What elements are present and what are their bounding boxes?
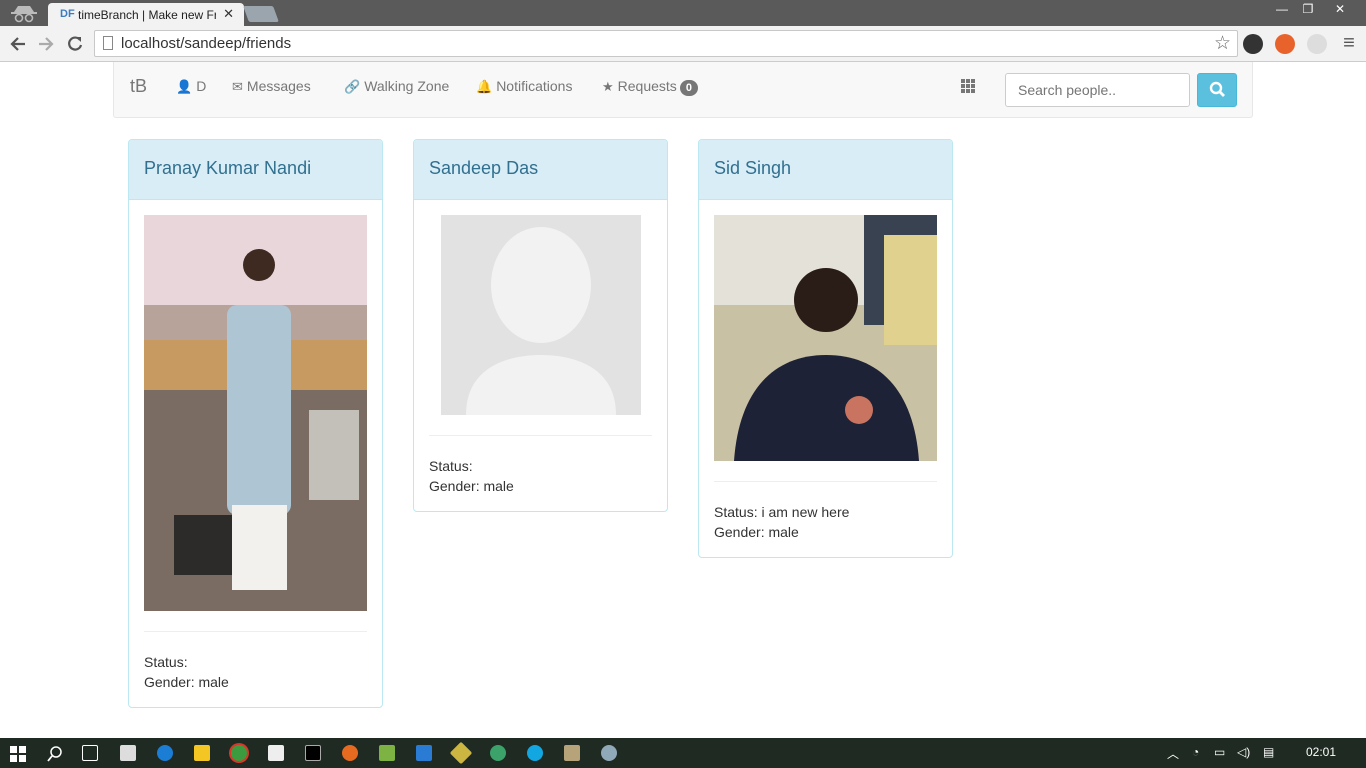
- tab-favicon: DF: [60, 8, 75, 20]
- nav-item-label: Notifications: [496, 78, 573, 94]
- restore-button[interactable]: ❐: [1294, 0, 1322, 20]
- menu-icon[interactable]: ≡: [1337, 32, 1361, 56]
- address-bar[interactable]: localhost/sandeep/friends ☆: [94, 30, 1238, 57]
- nav-item-label: Walking Zone: [364, 78, 450, 94]
- friend-photo[interactable]: [144, 215, 367, 611]
- reload-button[interactable]: [63, 32, 87, 56]
- os-taskbar: ︿ ◔ ▭ ◁) ▤ 02:01: [0, 738, 1366, 768]
- store-icon[interactable]: [268, 745, 284, 761]
- skype-icon[interactable]: [527, 745, 543, 761]
- forward-arrow-icon: [39, 37, 54, 51]
- search-people-input[interactable]: [1005, 73, 1190, 107]
- extension-icon[interactable]: [1307, 34, 1327, 54]
- site-navbar: tB 👤 D ✉ Messages 🔗 Walking Zone 🔔 Notificat…: [113, 62, 1253, 118]
- calculator-icon[interactable]: [120, 745, 136, 761]
- brand-logo[interactable]: tB: [130, 76, 147, 97]
- friend-name[interactable]: Sid Singh: [714, 158, 791, 178]
- system-clock[interactable]: 02:01: [1306, 745, 1336, 759]
- tray-overflow-icon[interactable]: ︿: [1167, 745, 1179, 762]
- nav-item-notifications[interactable]: 🔔 Notifications: [476, 78, 572, 95]
- friend-photo[interactable]: [714, 215, 937, 461]
- link-icon: 🔗: [344, 79, 361, 94]
- user-icon: 👤: [176, 79, 193, 94]
- app-icon[interactable]: [564, 745, 580, 761]
- friend-name[interactable]: Sandeep Das: [429, 158, 538, 178]
- task-view-icon[interactable]: [82, 745, 98, 761]
- browser-titlebar: DF timeBranch | Make new Fr ✕ — ❐ ✕: [0, 0, 1366, 26]
- volume-icon[interactable]: ◁): [1237, 745, 1250, 759]
- friend-card: Sandeep Das Status: Gender: male: [413, 139, 668, 512]
- battery-icon[interactable]: ▭: [1214, 745, 1225, 759]
- action-center-icon[interactable]: ▤: [1263, 745, 1274, 759]
- close-tab-icon[interactable]: ✕: [223, 6, 234, 22]
- nav-item-label: D: [196, 78, 207, 94]
- envelope-icon: ✉: [232, 79, 243, 94]
- apps-grid-icon[interactable]: [961, 79, 975, 93]
- close-window-button[interactable]: ✕: [1322, 0, 1358, 20]
- visual-studio-icon[interactable]: [416, 745, 432, 761]
- card-heading: Sandeep Das: [414, 140, 667, 200]
- file-explorer-icon[interactable]: [194, 745, 210, 761]
- friend-status: Status:: [144, 654, 188, 670]
- network-icon[interactable]: ◔: [1192, 745, 1199, 759]
- divider: [429, 435, 652, 436]
- card-heading: Sid Singh: [699, 140, 952, 200]
- search-icon[interactable]: [47, 746, 63, 762]
- friend-gender: Gender: male: [144, 674, 229, 690]
- browser-toolbar: localhost/sandeep/friends ☆ ≡: [0, 26, 1366, 62]
- bell-icon: 🔔: [476, 79, 493, 94]
- extension-icon[interactable]: [1275, 34, 1295, 54]
- default-avatar-photo[interactable]: [441, 215, 641, 415]
- nav-item-walking-zone[interactable]: 🔗 Walking Zone: [344, 78, 449, 95]
- divider: [144, 631, 367, 632]
- url-text: localhost/sandeep/friends: [121, 35, 292, 52]
- nav-item-profile[interactable]: 👤 D: [176, 78, 206, 95]
- windows-start-icon[interactable]: [10, 746, 26, 762]
- friend-gender: Gender: male: [429, 478, 514, 494]
- forward-button[interactable]: [34, 32, 58, 56]
- card-body: Status: i am new here Gender: male: [699, 200, 952, 557]
- nav-item-label: Requests: [617, 78, 677, 94]
- extension-icon[interactable]: [1243, 34, 1263, 54]
- friend-card: Sid Singh Status: i am new here Gender: …: [698, 139, 953, 558]
- chrome-icon[interactable]: [231, 745, 247, 761]
- page-icon: [103, 36, 113, 50]
- paint-icon[interactable]: [601, 745, 617, 761]
- edge-browser-icon[interactable]: [157, 745, 173, 761]
- firefox-icon[interactable]: [342, 745, 358, 761]
- friend-name[interactable]: Pranay Kumar Nandi: [144, 158, 311, 178]
- back-arrow-icon: [10, 37, 25, 51]
- minimize-button[interactable]: —: [1268, 0, 1296, 20]
- reload-icon: [68, 36, 83, 51]
- friend-status: Status:: [429, 458, 473, 474]
- divider: [714, 481, 937, 482]
- command-prompt-icon[interactable]: [305, 745, 321, 761]
- tab-title: timeBranch | Make new Fr: [78, 8, 216, 22]
- app-icon[interactable]: [490, 745, 506, 761]
- incognito-icon: [11, 6, 37, 23]
- requests-badge: 0: [679, 80, 698, 96]
- nav-item-messages[interactable]: ✉ Messages: [232, 78, 311, 95]
- search-button[interactable]: [1197, 73, 1237, 107]
- search-icon: [1209, 81, 1225, 97]
- star-icon: ★: [602, 79, 614, 94]
- card-body: Status: Gender: male: [129, 200, 382, 707]
- new-tab-button[interactable]: [243, 6, 279, 22]
- friend-gender: Gender: male: [714, 524, 799, 540]
- friend-status: Status: i am new here: [714, 504, 850, 520]
- friend-card: Pranay Kumar Nandi Status: Gender: male: [128, 139, 383, 708]
- android-studio-icon[interactable]: [379, 745, 395, 761]
- nav-item-label: Messages: [246, 78, 311, 94]
- card-heading: Pranay Kumar Nandi: [129, 140, 382, 200]
- back-button[interactable]: [6, 32, 30, 56]
- card-body: Status: Gender: male: [414, 200, 667, 511]
- git-icon[interactable]: [449, 741, 473, 765]
- bookmark-star-icon[interactable]: ☆: [1214, 32, 1231, 55]
- nav-item-requests[interactable]: ★ Requests 0: [602, 78, 698, 96]
- browser-tab[interactable]: DF timeBranch | Make new Fr ✕: [48, 3, 244, 26]
